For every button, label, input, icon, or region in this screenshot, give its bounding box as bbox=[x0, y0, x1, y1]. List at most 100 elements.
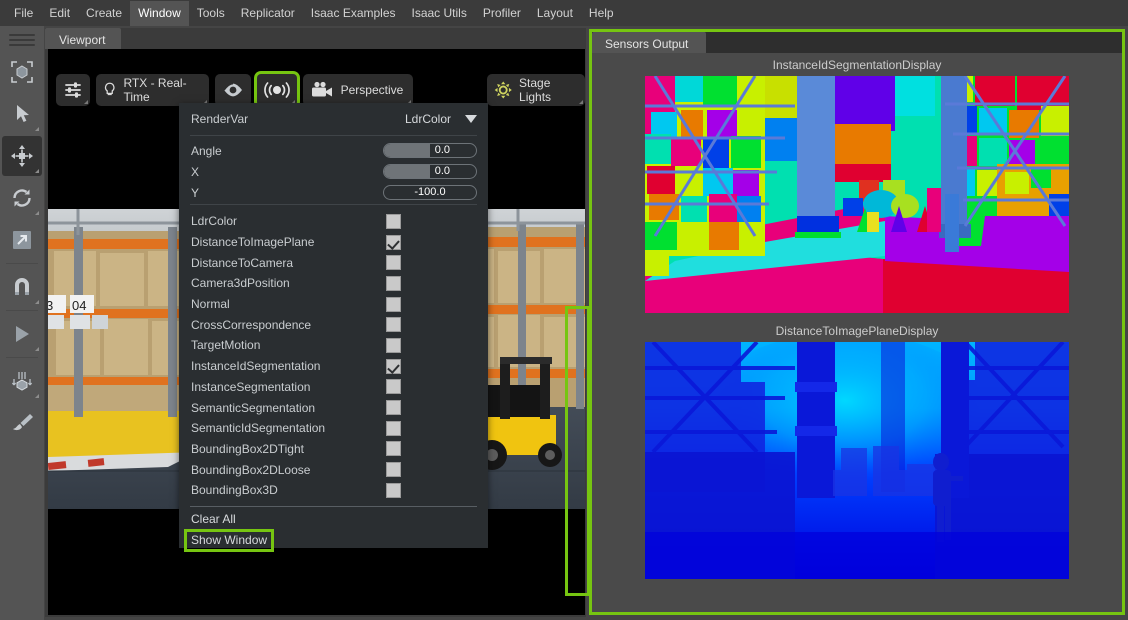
rendervar-selected-value: LdrColor bbox=[404, 111, 451, 126]
rendervar-option-checkbox[interactable] bbox=[386, 337, 401, 353]
tool-flyout-corner bbox=[35, 300, 39, 304]
rendervar-slider-row-y: Y -100.0 bbox=[179, 182, 488, 203]
menu-item-isaac-utils[interactable]: Isaac Utils bbox=[404, 1, 475, 26]
physics-drop-icon[interactable] bbox=[2, 361, 42, 401]
slider-value-angle: 0.0 bbox=[434, 144, 450, 156]
clear-all-row[interactable]: Clear All bbox=[179, 511, 488, 528]
rendervar-option-checkbox[interactable] bbox=[386, 462, 401, 478]
arrow-select-icon[interactable] bbox=[2, 94, 42, 134]
menu-item-replicator[interactable]: Replicator bbox=[233, 1, 303, 26]
camera-icon bbox=[311, 81, 332, 97]
menu-item-create[interactable]: Create bbox=[78, 1, 130, 26]
sensor-display-block-1: DistanceToImagePlaneDisplay bbox=[592, 319, 1122, 579]
play-icon[interactable] bbox=[2, 314, 42, 354]
rendervar-option-row[interactable]: SemanticSegmentation bbox=[179, 397, 488, 418]
rendervar-option-checkbox[interactable] bbox=[386, 420, 401, 436]
camera-label: Perspective bbox=[340, 83, 404, 97]
rendervar-footer-divider bbox=[190, 505, 477, 507]
renderer-selector-button[interactable]: RTX - Real-Time bbox=[96, 74, 209, 106]
camera-selector-button[interactable]: Perspective bbox=[302, 74, 414, 106]
select-bounds-glyph bbox=[11, 61, 33, 83]
menu-item-isaac-examples[interactable]: Isaac Examples bbox=[303, 1, 404, 26]
rendervar-option-checkbox[interactable] bbox=[386, 213, 401, 229]
chevron-down-icon[interactable] bbox=[465, 114, 477, 123]
rendervar-option-row[interactable]: BoundingBox2DLoose bbox=[179, 459, 488, 480]
sensors-tab-label: Sensors Output bbox=[605, 37, 689, 51]
show-window-button[interactable]: Show Window bbox=[187, 532, 271, 549]
paint-brush-icon[interactable] bbox=[2, 403, 42, 443]
tab-viewport[interactable]: Viewport bbox=[45, 28, 122, 49]
lighting-selector-button[interactable]: Stage Lights bbox=[486, 74, 585, 106]
rendervar-option-checkbox[interactable] bbox=[386, 296, 401, 312]
scale-tool-icon[interactable] bbox=[2, 220, 42, 260]
menu-item-layout[interactable]: Layout bbox=[529, 1, 581, 26]
lighting-flyout-corner bbox=[579, 100, 583, 104]
instance-id-segmentation-svg bbox=[645, 76, 1069, 313]
rendervar-option-checkbox[interactable] bbox=[386, 482, 401, 498]
play-glyph bbox=[16, 326, 29, 342]
rendervar-option-label: InstanceSegmentation bbox=[191, 379, 311, 394]
rendervar-option-label: CrossCorrespondence bbox=[191, 317, 312, 332]
rotate-tool-glyph bbox=[13, 189, 31, 207]
move-tool-icon[interactable] bbox=[2, 136, 42, 176]
viewport-settings-button[interactable] bbox=[56, 74, 90, 106]
application-window: File Edit Create Window Tools Replicator Isaac… bbox=[0, 0, 1128, 620]
distance-to-image-plane-image[interactable] bbox=[645, 342, 1069, 579]
rendervar-option-row[interactable]: SemanticIdSegmentation bbox=[179, 418, 488, 439]
rotate-tool-icon[interactable] bbox=[2, 178, 42, 218]
rendervar-dropdown-menu[interactable]: RenderVar LdrColor Angle 0.0 X 0.0 Y -100.0 L… bbox=[179, 103, 590, 596]
rendervar-option-row[interactable]: BoundingBox2DTight bbox=[179, 439, 488, 460]
select-bounds-icon[interactable] bbox=[2, 52, 42, 92]
rendervar-slider-row-x: X 0.0 bbox=[179, 161, 488, 182]
rendervar-option-checkbox[interactable] bbox=[386, 317, 401, 333]
rail-divider bbox=[6, 310, 38, 311]
rendervar-option-row[interactable]: LdrColor bbox=[179, 211, 488, 232]
clear-all-button[interactable]: Clear All bbox=[187, 511, 240, 528]
menu-item-tools[interactable]: Tools bbox=[189, 1, 233, 26]
rendervar-option-checkbox[interactable] bbox=[386, 441, 401, 457]
rendervar-option-label: Normal bbox=[191, 297, 230, 312]
sensor-broadcast-icon bbox=[263, 82, 290, 98]
rendervar-option-checkbox[interactable] bbox=[386, 400, 401, 416]
snap-magnet-icon[interactable] bbox=[2, 267, 42, 307]
rendervar-option-row[interactable]: InstanceSegmentation bbox=[179, 377, 488, 398]
slider-y[interactable]: -100.0 bbox=[383, 185, 477, 200]
sensor-display-block-0: InstanceIdSegmentationDisplay bbox=[592, 53, 1122, 313]
sensor-display-title-0: InstanceIdSegmentationDisplay bbox=[772, 58, 942, 72]
rendervar-option-row[interactable]: DistanceToImagePlane bbox=[179, 232, 488, 253]
tab-sensors-output[interactable]: Sensors Output bbox=[592, 32, 707, 53]
rendervar-option-row[interactable]: DistanceToCamera bbox=[179, 252, 488, 273]
rendervar-option-checkbox[interactable] bbox=[386, 379, 401, 395]
rendervar-option-label: DistanceToCamera bbox=[191, 255, 294, 270]
menu-item-file[interactable]: File bbox=[6, 1, 41, 26]
rendervar-option-row[interactable]: CrossCorrespondence bbox=[179, 314, 488, 335]
sensor-output-toggle-button[interactable] bbox=[256, 74, 297, 106]
rendervar-option-checkbox[interactable] bbox=[386, 275, 401, 291]
rendervar-option-row[interactable]: InstanceIdSegmentation bbox=[179, 356, 488, 377]
rendervar-option-label: SemanticIdSegmentation bbox=[191, 421, 326, 436]
rail-divider bbox=[6, 357, 38, 358]
menu-item-window[interactable]: Window bbox=[130, 0, 189, 26]
rendervar-option-row[interactable]: BoundingBox3D bbox=[179, 480, 488, 501]
rendervar-header-row[interactable]: RenderVar LdrColor bbox=[179, 103, 488, 134]
rendervar-option-checkbox[interactable] bbox=[386, 358, 401, 374]
rendervar-option-checkbox[interactable] bbox=[386, 255, 401, 271]
rendervar-option-checkbox[interactable] bbox=[386, 234, 401, 250]
rendervar-option-label: DistanceToImagePlane bbox=[191, 235, 315, 250]
rendervar-option-row[interactable]: TargetMotion bbox=[179, 335, 488, 356]
menu-item-edit[interactable]: Edit bbox=[41, 1, 78, 26]
rendervar-option-row[interactable]: Camera3dPosition bbox=[179, 273, 488, 294]
rendervar-option-label: BoundingBox2DTight bbox=[191, 441, 304, 456]
rail-drag-handle[interactable] bbox=[9, 34, 35, 46]
svg-text:04: 04 bbox=[72, 298, 86, 313]
slider-x[interactable]: 0.0 bbox=[383, 164, 477, 179]
instance-id-segmentation-image[interactable] bbox=[645, 76, 1069, 313]
eye-icon bbox=[222, 82, 242, 97]
visibility-toggle-button[interactable] bbox=[214, 74, 251, 106]
rendervar-option-row[interactable]: Normal bbox=[179, 294, 488, 315]
menu-item-profiler[interactable]: Profiler bbox=[475, 1, 529, 26]
menu-item-help[interactable]: Help bbox=[581, 1, 622, 26]
rendervar-label: RenderVar bbox=[191, 111, 249, 126]
slider-angle[interactable]: 0.0 bbox=[383, 143, 477, 158]
show-window-row[interactable]: Show Window bbox=[179, 532, 488, 549]
